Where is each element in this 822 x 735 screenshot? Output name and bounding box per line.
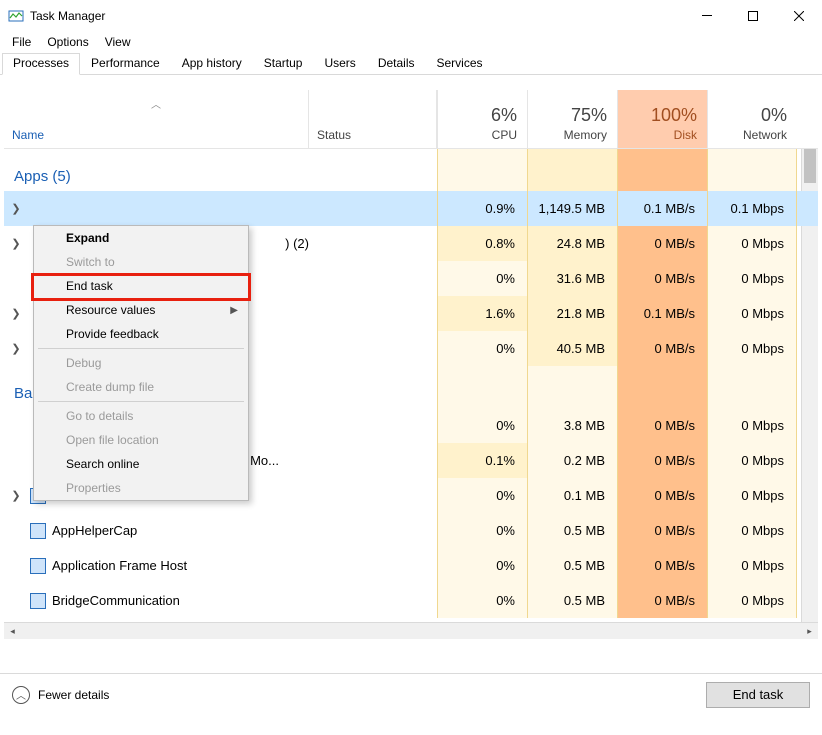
ctx-resource-values-label: Resource values	[66, 303, 155, 317]
ctx-properties: Properties	[34, 476, 248, 500]
column-network[interactable]: 0% Network	[707, 90, 797, 148]
task-manager-icon	[8, 8, 24, 24]
tab-startup[interactable]: Startup	[253, 53, 314, 75]
tabbar: Processes Performance App history Startu…	[0, 53, 822, 75]
context-menu: Expand Switch to End task Resource value…	[33, 225, 249, 501]
maximize-button[interactable]	[730, 0, 776, 31]
process-row[interactable]: ❯ 0.9% 1,149.5 MB 0.1 MB/s 0.1 Mbps	[4, 191, 818, 226]
menu-file[interactable]: File	[4, 33, 39, 51]
chevron-right-icon[interactable]: ❯	[8, 237, 24, 250]
scroll-right-arrow[interactable]: ▸	[801, 623, 818, 639]
memory-label: Memory	[528, 128, 607, 142]
ctx-switch-to: Switch to	[34, 250, 248, 274]
network-usage-pct: 0%	[708, 105, 787, 126]
footer: ︿ Fewer details End task	[0, 673, 822, 715]
close-button[interactable]	[776, 0, 822, 31]
ctx-debug: Debug	[34, 351, 248, 375]
column-headers: ︿ Name Status 6% CPU 75% Memory 100% Dis…	[4, 90, 818, 149]
memory-usage-pct: 75%	[528, 105, 607, 126]
column-status[interactable]: Status	[309, 90, 437, 148]
ctx-open-file-location: Open file location	[34, 428, 248, 452]
mem-cell: 24.8 MB	[527, 226, 617, 261]
window-title: Task Manager	[30, 9, 684, 23]
fewer-details-label: Fewer details	[38, 688, 109, 702]
menu-view[interactable]: View	[97, 33, 139, 51]
window-controls	[684, 0, 822, 31]
process-icon	[30, 523, 46, 539]
fewer-details-button[interactable]: ︿ Fewer details	[12, 686, 109, 704]
column-memory[interactable]: 75% Memory	[527, 90, 617, 148]
scroll-left-arrow[interactable]: ◂	[4, 623, 21, 639]
net-cell: 0 Mbps	[707, 226, 797, 261]
chevron-right-icon[interactable]: ❯	[8, 342, 24, 355]
chevron-up-circle-icon: ︿	[12, 686, 30, 704]
ctx-search-online[interactable]: Search online	[34, 452, 248, 476]
submenu-arrow-icon: ▶	[230, 305, 238, 316]
end-task-button[interactable]: End task	[706, 682, 810, 708]
ctx-end-task[interactable]: End task	[34, 274, 248, 298]
cpu-usage-pct: 6%	[438, 105, 517, 126]
network-label: Network	[708, 128, 787, 142]
disk-label: Disk	[618, 128, 697, 142]
chevron-right-icon[interactable]: ❯	[8, 489, 24, 502]
menu-options[interactable]: Options	[39, 33, 96, 51]
process-icon	[30, 558, 46, 574]
process-row[interactable]: Application Frame Host 0% 0.5 MB 0 MB/s …	[4, 548, 818, 583]
column-cpu[interactable]: 6% CPU	[437, 90, 527, 148]
ctx-create-dump: Create dump file	[34, 375, 248, 399]
tab-services[interactable]: Services	[426, 53, 494, 75]
mem-cell: 1,149.5 MB	[527, 191, 617, 226]
titlebar: Task Manager	[0, 0, 822, 31]
process-row[interactable]: BridgeCommunication 0% 0.5 MB 0 MB/s 0 M…	[4, 583, 818, 618]
group-apps-label: Apps (5)	[4, 149, 309, 191]
ctx-resource-values[interactable]: Resource values ▶	[34, 298, 248, 322]
column-name[interactable]: ︿ Name	[4, 90, 309, 148]
process-icon	[30, 201, 46, 217]
process-icon	[30, 593, 46, 609]
sort-ascending-icon: ︿	[151, 96, 161, 111]
column-disk[interactable]: 100% Disk	[617, 90, 707, 148]
ctx-go-to-details: Go to details	[34, 404, 248, 428]
horizontal-scrollbar[interactable]: ◂ ▸	[4, 622, 818, 639]
cpu-cell: 0.8%	[437, 226, 527, 261]
cpu-cell: 0.9%	[437, 191, 527, 226]
group-apps: Apps (5)	[4, 149, 818, 191]
net-cell: 0.1 Mbps	[707, 191, 797, 226]
tab-details[interactable]: Details	[367, 53, 426, 75]
ctx-expand[interactable]: Expand	[34, 226, 248, 250]
disk-cell: 0 MB/s	[617, 226, 707, 261]
minimize-button[interactable]	[684, 0, 730, 31]
tab-processes[interactable]: Processes	[2, 53, 80, 75]
tab-app-history[interactable]: App history	[171, 53, 253, 75]
ctx-provide-feedback[interactable]: Provide feedback	[34, 322, 248, 346]
chevron-right-icon[interactable]: ❯	[8, 307, 24, 320]
menubar: File Options View	[0, 31, 822, 53]
process-row[interactable]: AppHelperCap 0% 0.5 MB 0 MB/s 0 Mbps	[4, 513, 818, 548]
tab-users[interactable]: Users	[313, 53, 366, 75]
disk-usage-pct: 100%	[618, 105, 697, 126]
column-name-label: Name	[12, 128, 300, 142]
disk-cell: 0.1 MB/s	[617, 191, 707, 226]
ctx-separator	[38, 401, 244, 402]
cpu-label: CPU	[438, 128, 517, 142]
ctx-separator	[38, 348, 244, 349]
tab-performance[interactable]: Performance	[80, 53, 171, 75]
chevron-right-icon[interactable]: ❯	[8, 202, 24, 215]
